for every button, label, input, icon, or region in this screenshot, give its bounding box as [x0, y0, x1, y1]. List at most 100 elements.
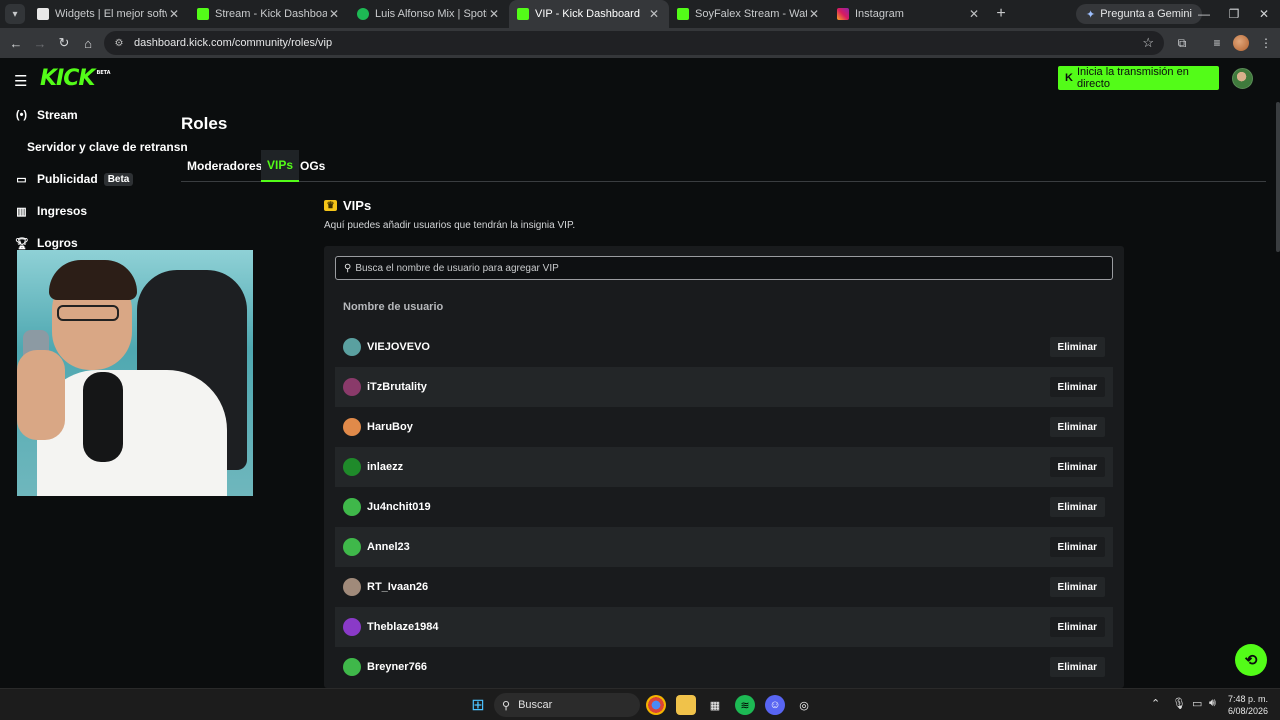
taskbar-clock[interactable]: 7:48 p. m. 6/08/2026	[1226, 693, 1270, 717]
vip-user-list: VIEJOVEVO Eliminar iTzBrutality Eliminar Har…	[335, 327, 1113, 687]
username[interactable]: HaruBoy	[367, 421, 413, 433]
support-chat-icon[interactable]: ⟲	[1235, 644, 1267, 676]
remove-vip-button[interactable]: Eliminar	[1049, 337, 1105, 357]
remove-vip-button[interactable]: Eliminar	[1049, 577, 1105, 597]
user-avatar[interactable]	[343, 658, 361, 676]
taskbar-search[interactable]: ⚲ Buscar	[494, 693, 640, 717]
file-explorer-icon[interactable]	[676, 695, 696, 715]
username[interactable]: VIEJOVEVO	[367, 341, 430, 353]
user-avatar[interactable]	[343, 458, 361, 476]
discord-icon[interactable]: ☺	[765, 695, 785, 715]
username[interactable]: Breyner766	[367, 661, 427, 673]
sidebar-item-logros[interactable]: 🏆︎ Logros	[15, 236, 78, 250]
username[interactable]: Ju4nchit019	[367, 501, 431, 513]
chart-icon: ▥	[16, 205, 27, 218]
remove-vip-button[interactable]: Eliminar	[1049, 457, 1105, 477]
obs-icon[interactable]: ◎	[794, 695, 814, 715]
kick-icon	[517, 8, 529, 20]
close-window-icon[interactable]: ✕	[1248, 0, 1280, 28]
network-icon[interactable]: ▭	[1192, 697, 1202, 710]
browser-tab[interactable]: Stream - Kick Dashboard ✕	[189, 0, 349, 28]
remove-vip-button[interactable]: Eliminar	[1049, 657, 1105, 677]
sidebar-item-stream[interactable]: (•) Stream	[15, 108, 78, 122]
sidebar-item-label: Stream	[37, 108, 78, 122]
tab-close-icon[interactable]: ✕	[807, 7, 821, 21]
remove-vip-button[interactable]: Eliminar	[1049, 417, 1105, 437]
remove-vip-button[interactable]: Eliminar	[1049, 377, 1105, 397]
username[interactable]: RT_Ivaan26	[367, 581, 428, 593]
tab-close-icon[interactable]: ✕	[327, 7, 341, 21]
sidebar-item-stream-key[interactable]: Servidor y clave de retransn	[27, 140, 188, 154]
tab-close-icon[interactable]: ✕	[647, 7, 661, 21]
address-bar[interactable]: ⚙ dashboard.kick.com/community/roles/vip…	[104, 31, 1164, 55]
vip-section-header: ♛ VIPs	[324, 198, 371, 213]
gemini-button[interactable]: ✦ Pregunta a Gemini	[1076, 4, 1202, 24]
user-avatar[interactable]	[343, 338, 361, 356]
profile-avatar[interactable]	[1229, 31, 1253, 55]
remove-vip-button[interactable]: Eliminar	[1049, 497, 1105, 517]
windows-taskbar: ⊞ ⚲ Buscar ▦ ≋ ☺ ◎ ⌃ 🎙︎ ▭ 🔊︎ 7:48 p. m. …	[0, 688, 1280, 720]
browser-toolbar: ← → ↻ ⌂ ⚙ dashboard.kick.com/community/r…	[0, 28, 1280, 58]
browser-tab[interactable]: Luis Alfonso Mix | Spotify Playli✕	[349, 0, 509, 28]
column-header-username: Nombre de usuario	[343, 301, 444, 313]
search-box[interactable]: ⚲	[335, 256, 1113, 280]
username[interactable]: Theblaze1984	[367, 621, 439, 633]
user-avatar[interactable]	[343, 418, 361, 436]
vip-user-row: Ju4nchit019 Eliminar	[335, 487, 1113, 527]
browser-tab[interactable]: Widgets | El mejor software pa✕	[29, 0, 189, 28]
sidebar-item-ingresos[interactable]: ▥ Ingresos	[15, 204, 87, 218]
forward-arrow-icon[interactable]: →	[28, 31, 52, 55]
user-avatar[interactable]	[343, 618, 361, 636]
hamburger-menu-icon[interactable]: ☰	[14, 72, 28, 90]
tab-ogs[interactable]: OGs	[294, 150, 331, 182]
tray-overflow-icon[interactable]: ⌃	[1151, 697, 1160, 710]
kick-logo[interactable]: KICK BETA	[40, 66, 111, 91]
username[interactable]: inlaezz	[367, 461, 403, 473]
store-icon[interactable]: ▦	[705, 695, 725, 715]
vip-user-row: RT_Ivaan26 Eliminar	[335, 567, 1113, 607]
volume-icon[interactable]: 🔊︎	[1209, 697, 1216, 710]
tab-title: Widgets | El mejor software pa	[55, 8, 167, 20]
gemini-sparkle-icon: ✦	[1086, 8, 1096, 21]
browser-tab[interactable]: VIP - Kick Dashboard ✕	[509, 0, 669, 28]
username[interactable]: iTzBrutality	[367, 381, 427, 393]
media-control-icon[interactable]: ≡	[1205, 31, 1229, 55]
bookmark-star-icon[interactable]: ☆	[1142, 35, 1154, 51]
browser-tab[interactable]: Instagram ✕	[829, 0, 989, 28]
tab-moderadores[interactable]: Moderadores	[181, 150, 268, 182]
user-avatar[interactable]	[343, 578, 361, 596]
browser-tab[interactable]: SoyFalex Stream - Watch Live o✕	[669, 0, 829, 28]
tab-close-icon[interactable]: ✕	[967, 7, 981, 21]
site-info-icon[interactable]: ⚙	[112, 36, 126, 50]
page-scrollbar[interactable]	[1276, 102, 1280, 252]
tab-close-icon[interactable]: ✕	[167, 7, 181, 21]
extensions-icon[interactable]: ⧉	[1170, 31, 1194, 55]
microphone-icon[interactable]: 🎙︎	[1172, 697, 1186, 710]
go-live-button[interactable]: K Inicia la transmisión en directo	[1058, 66, 1219, 90]
user-avatar[interactable]	[343, 498, 361, 516]
home-icon[interactable]: ⌂	[76, 31, 100, 55]
browser-menu-icon[interactable]: ⋮	[1254, 31, 1278, 55]
remove-vip-button[interactable]: Eliminar	[1049, 617, 1105, 637]
sidebar-item-label: Servidor y clave de retransn	[27, 140, 188, 154]
username[interactable]: Annel23	[367, 541, 410, 553]
minimize-icon[interactable]: —	[1188, 0, 1220, 28]
new-tab-button[interactable]: +	[989, 5, 1013, 23]
tab-close-icon[interactable]: ✕	[487, 7, 501, 21]
search-input[interactable]	[355, 262, 1056, 274]
reload-icon[interactable]: ↻	[52, 31, 76, 55]
chrome-icon[interactable]	[646, 695, 666, 715]
sidebar-item-label: Logros	[37, 236, 78, 250]
instagram-icon	[837, 8, 849, 20]
maximize-icon[interactable]: ❐	[1218, 0, 1250, 28]
user-avatar[interactable]	[1232, 68, 1253, 89]
gemini-label: Pregunta a Gemini	[1100, 8, 1192, 20]
user-avatar[interactable]	[343, 538, 361, 556]
windows-start-icon[interactable]: ⊞	[468, 695, 488, 715]
back-arrow-icon[interactable]: ←	[4, 31, 28, 55]
spotify-icon[interactable]: ≋	[735, 695, 755, 715]
sidebar-item-publicidad[interactable]: ▭ Publicidad Beta	[15, 172, 134, 186]
remove-vip-button[interactable]: Eliminar	[1049, 537, 1105, 557]
user-avatar[interactable]	[343, 378, 361, 396]
tab-search-button[interactable]: ▾	[5, 4, 25, 24]
